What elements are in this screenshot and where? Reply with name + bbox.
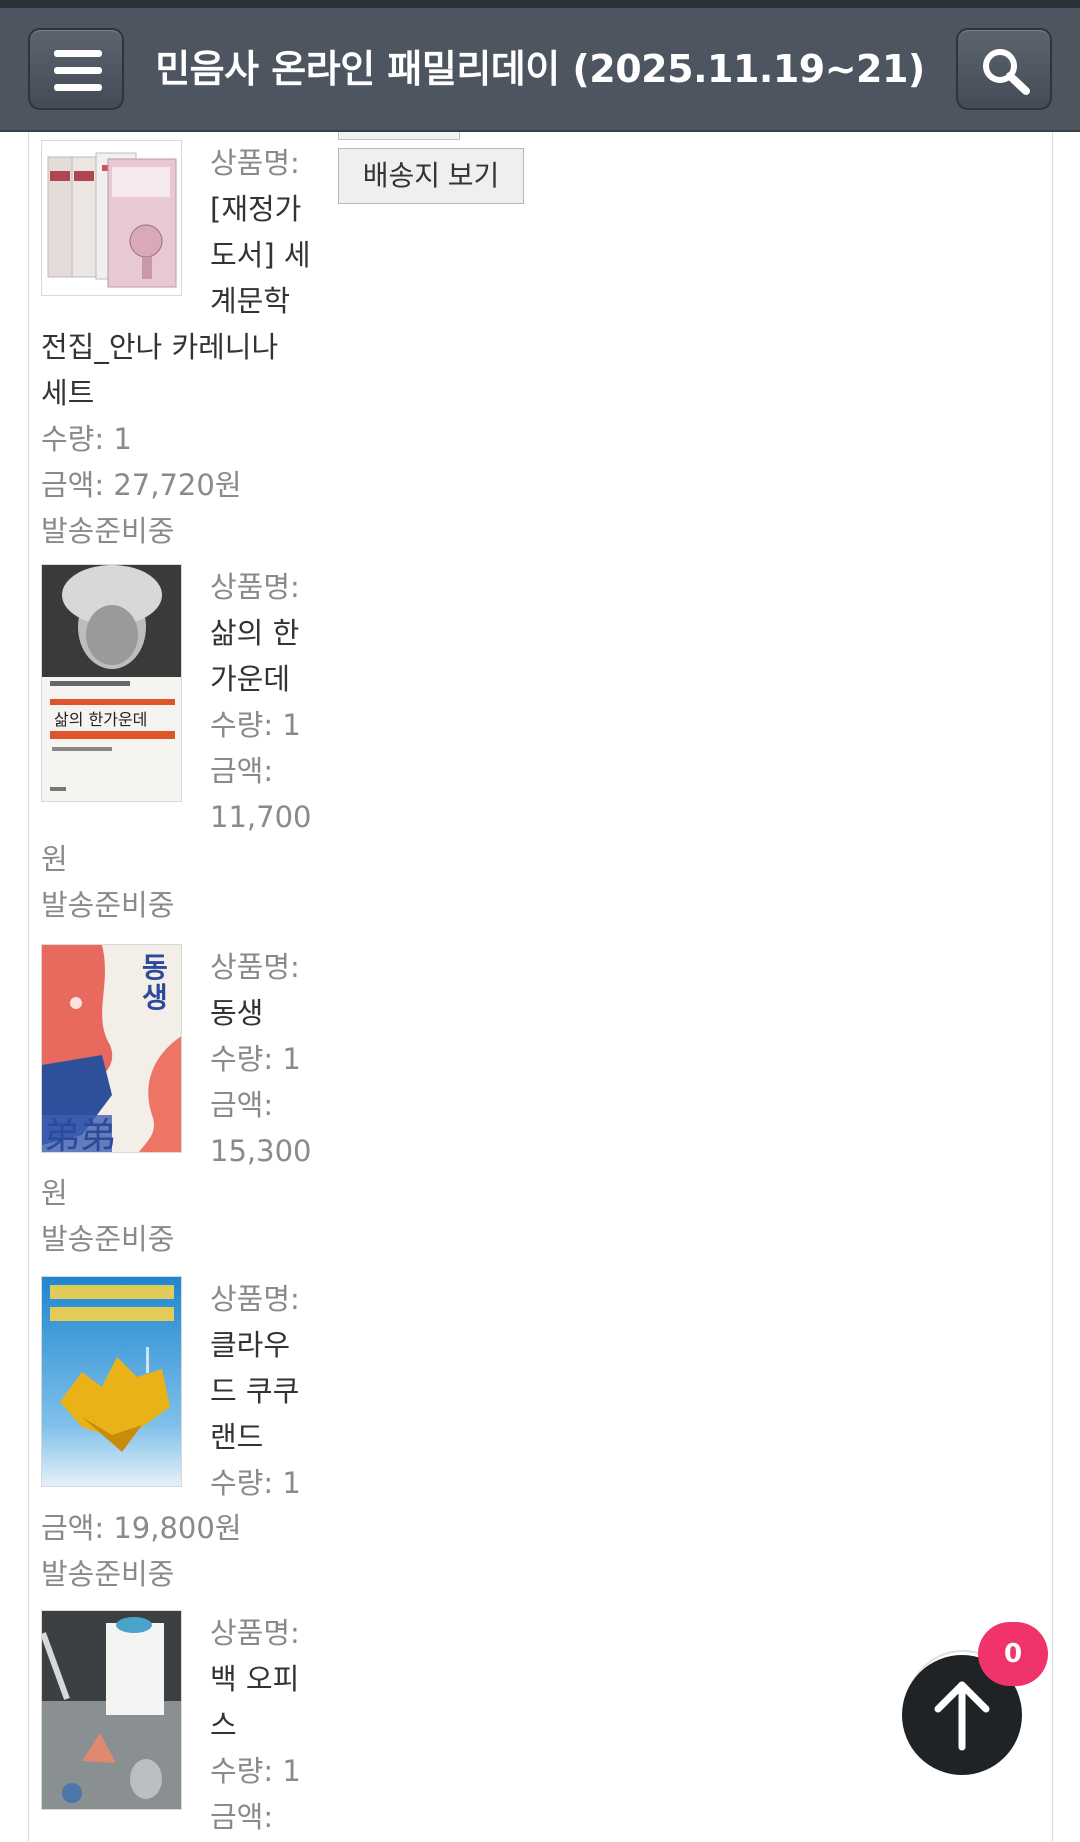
- amount-label: 금액:: [210, 1800, 274, 1834]
- quantity-line: 수량: 1: [210, 1042, 301, 1076]
- svg-text:弟弟: 弟弟: [44, 1116, 116, 1153]
- product-thumbnail[interactable]: [41, 1276, 182, 1487]
- product-name-line: 클라우: [210, 1328, 291, 1362]
- book-cover-image: 삶의 한가운데: [42, 565, 181, 801]
- order-status: 발송준비중: [41, 514, 175, 548]
- product-name-line: 삶의 한: [210, 616, 300, 650]
- product-name-line: 드 쿠쿠: [210, 1374, 300, 1408]
- order-status: 발송준비중: [41, 888, 175, 922]
- product-name-line: 동생: [210, 996, 264, 1030]
- amount-value: 11,700: [210, 800, 312, 834]
- product-name-line: 백 오피: [210, 1662, 300, 1696]
- quantity-line: 수량: 1: [210, 1754, 301, 1788]
- book-cover-image: 동 생 弟弟: [42, 945, 181, 1153]
- page-title: 민음사 온라인 패밀리데이 (2025.11.19~21): [155, 47, 925, 91]
- quantity-line: 수량: 1: [210, 1466, 301, 1500]
- product-name-line: 전집_안나 카레니나: [41, 330, 279, 364]
- svg-text:동: 동: [142, 951, 168, 984]
- product-name-label: 상품명:: [210, 146, 300, 180]
- search-icon: [983, 49, 1030, 95]
- book-cover-image: [42, 1611, 181, 1809]
- amount-unit: 원: [41, 842, 68, 876]
- book-cover-image: [42, 1277, 181, 1486]
- product-name-label: 상품명:: [210, 570, 300, 604]
- amount-line: 금액: 27,720원: [41, 468, 242, 502]
- quantity-line: 수량: 1: [41, 422, 132, 456]
- cart-count-badge[interactable]: 0: [978, 1622, 1048, 1686]
- status-strip: [0, 0, 1080, 8]
- product-name-label: 상품명:: [210, 950, 300, 984]
- product-thumbnail[interactable]: [41, 1610, 182, 1810]
- book-set-cover-image: [47, 152, 177, 288]
- menu-button[interactable]: [28, 28, 124, 110]
- amount-value: 15,300: [210, 1134, 312, 1168]
- product-name-line: 랜드: [210, 1420, 264, 1454]
- amount-unit: 원: [41, 1176, 68, 1210]
- hamburger-menu-icon: [54, 50, 102, 92]
- product-name-label: 상품명:: [210, 1616, 300, 1650]
- product-name-line: 세트: [41, 376, 95, 410]
- quantity-line: 수량: 1: [210, 708, 301, 742]
- product-name-label: 상품명:: [210, 1282, 300, 1316]
- amount-label: 금액:: [210, 1088, 274, 1122]
- product-name-line: 가운데: [210, 662, 291, 696]
- view-shipping-address-button[interactable]: 배송지 보기: [338, 148, 524, 204]
- amount-label: 금액:: [210, 754, 274, 788]
- product-name-line: 계문학: [210, 284, 291, 318]
- search-button[interactable]: [956, 28, 1052, 110]
- product-thumbnail[interactable]: 삶의 한가운데: [41, 564, 182, 802]
- product-name-line: [재정가: [210, 192, 302, 226]
- product-name-line: 도서] 세: [210, 238, 311, 272]
- app-header: 민음사 온라인 패밀리데이 (2025.11.19~21): [0, 8, 1080, 132]
- product-thumbnail[interactable]: 동 생 弟弟: [41, 944, 182, 1153]
- order-status: 발송준비중: [41, 1222, 175, 1256]
- order-status: 발송준비중: [41, 1557, 175, 1591]
- product-name-line: 스: [210, 1708, 237, 1742]
- product-thumbnail[interactable]: [41, 140, 182, 296]
- svg-text:생: 생: [142, 981, 168, 1014]
- svg-text:삶의 한가운데: 삶의 한가운데: [54, 710, 147, 729]
- previous-button-edge[interactable]: [338, 132, 460, 140]
- amount-line: 금액: 19,800원: [41, 1511, 242, 1545]
